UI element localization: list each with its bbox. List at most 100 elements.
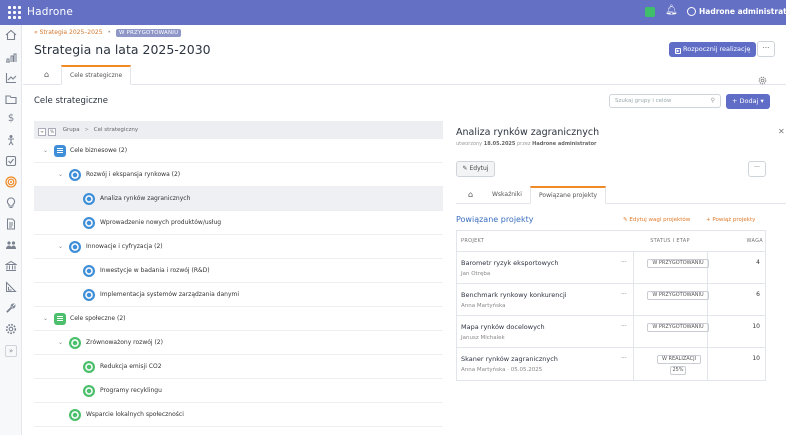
meta-created-prefix: utworzony: [456, 141, 483, 147]
detail-tab-wskazniki[interactable]: Wskaźniki: [484, 186, 530, 204]
detail-tab-home-icon[interactable]: ⌂: [460, 186, 481, 204]
sidebar: $ »: [0, 25, 22, 435]
more-button[interactable]: ···: [757, 41, 775, 57]
edit-button[interactable]: ✎ Edytuj: [456, 161, 495, 177]
project-name[interactable]: Skaner rynków zagranicznych: [461, 355, 558, 363]
tree-row-label: Inwestycje w badania i rozwój (R&D): [100, 267, 210, 274]
tab-cele-strategiczne[interactable]: Cele strategiczne: [61, 65, 132, 85]
strategy-icon[interactable]: [5, 52, 17, 64]
add-button[interactable]: + Dodaj ▾: [726, 94, 770, 109]
chevron-down-icon[interactable]: ⌄: [58, 235, 63, 259]
play-icon: ▶: [675, 48, 681, 54]
tree-row-label: Redukcja emisji CO2: [100, 363, 162, 370]
bell-icon[interactable]: 🔔︎: [665, 5, 678, 16]
tree-row[interactable]: ⌄ Zrównoważony rozwój (2): [34, 331, 443, 355]
bank-icon[interactable]: [5, 260, 17, 272]
table-row[interactable]: Benchmark rynkowy konkurencji Anna Marty…: [457, 284, 765, 316]
detail-panel: Analiza rynków zagranicznych ✕ utworzony…: [456, 121, 786, 435]
collapse-all-icon[interactable]: ≡: [38, 128, 46, 136]
project-owner: Janusz Michalek: [461, 335, 505, 341]
person-icon[interactable]: [5, 134, 17, 146]
search-input[interactable]: Szukaj grupy i celów ⚲: [609, 94, 721, 108]
project-weight: 6: [756, 291, 760, 298]
tree-row[interactable]: Programy recyklingu: [34, 379, 443, 403]
detail-tab-powiazane[interactable]: Powiązane projekty: [530, 186, 607, 204]
target-icon: [83, 265, 95, 277]
meta-created-by: Hadrone administrator: [532, 141, 597, 147]
team-icon[interactable]: [5, 239, 17, 251]
checkbox-icon[interactable]: [5, 155, 17, 167]
chevron-down-icon[interactable]: ⌄: [43, 307, 48, 331]
tree-row-label: Rozwój i ekspansja rynkowa (2): [86, 171, 181, 178]
projects-table-header: PROJEKT STATUS I ETAP WAGA: [457, 231, 765, 252]
detail-more-button[interactable]: ···: [748, 161, 766, 177]
start-realization-label: Rozpocznij realizację: [683, 45, 751, 53]
search-icon: ⚲: [710, 97, 715, 104]
document-icon[interactable]: [5, 218, 17, 230]
tab-home-icon[interactable]: ⌂: [36, 65, 57, 85]
target-icon: [83, 385, 95, 397]
row-more-icon[interactable]: ···: [621, 291, 627, 298]
expand-toggle-icon[interactable]: %: [48, 128, 56, 136]
row-more-icon[interactable]: ···: [621, 355, 627, 362]
breadcrumb-link[interactable]: Strategia 2025–2025: [40, 29, 103, 36]
ruler-icon[interactable]: [5, 281, 17, 293]
tree-row[interactable]: ⌄ Innowacje i cyfryzacja (2): [34, 235, 443, 259]
meta-by-prefix: przez: [516, 141, 531, 147]
meta-created-date: 18.05.2025: [483, 141, 516, 147]
project-weight: 4: [756, 259, 760, 266]
tree-row-label: Zrównoważony rozwój (2): [86, 339, 163, 346]
project-name[interactable]: Mapa rynków docelowych: [461, 323, 545, 331]
edit-weights-link[interactable]: ✎ Edytuj wagi projektów: [623, 217, 690, 223]
user-menu[interactable]: Hadrone administrator ▾: [687, 7, 786, 16]
tree-row-label: Implementacja systemów zarządzania danym…: [100, 291, 240, 298]
link-projects-link[interactable]: + Powiąż projekty: [706, 217, 755, 223]
row-more-icon[interactable]: ···: [621, 323, 627, 330]
main-tabs: ⌂ Cele strategiczne: [23, 65, 786, 85]
tree-row[interactable]: ⌄ Cele społeczne (2): [34, 307, 443, 331]
chevron-down-icon[interactable]: ⌄: [58, 331, 63, 355]
tree-row[interactable]: ⌄ Rozwój i ekspansja rynkowa (2): [34, 163, 443, 187]
chart-icon[interactable]: [5, 72, 17, 84]
breadcrumb-back-icon[interactable]: «: [34, 29, 38, 36]
tree-row[interactable]: ⌄ Cele biznesowe (2): [34, 139, 443, 163]
project-status: W REALIZACJI: [657, 355, 701, 364]
top-bar: Hadrone 🔔︎ Hadrone administrator ▾: [0, 0, 786, 25]
settings-gear-icon[interactable]: [758, 70, 767, 85]
tree-row-label: Analiza rynków zagranicznych: [100, 195, 191, 202]
col-waga: WAGA: [746, 238, 763, 244]
project-weight: 10: [752, 355, 760, 362]
close-icon[interactable]: ✕: [778, 127, 785, 136]
table-row[interactable]: Barometr ryzyk eksportowych Jan Otręba ·…: [457, 252, 765, 284]
settings-icon[interactable]: [5, 323, 17, 335]
expand-icon[interactable]: »: [5, 345, 17, 357]
project-name[interactable]: Benchmark rynkowy konkurencji: [461, 291, 567, 299]
wrench-icon[interactable]: [5, 302, 17, 314]
target-icon[interactable]: [5, 176, 17, 188]
table-row[interactable]: Mapa rynków docelowych Janusz Michalek ·…: [457, 316, 765, 348]
tree-row[interactable]: Redukcja emisji CO2: [34, 355, 443, 379]
folder-icon[interactable]: [5, 93, 17, 105]
target-icon: [83, 361, 95, 373]
tree-row[interactable]: Inwestycje w badania i rozwój (R&D): [34, 259, 443, 283]
table-row[interactable]: Skaner rynków zagranicznych Anna Martyńs…: [457, 348, 765, 380]
chevron-down-icon[interactable]: ⌄: [58, 163, 63, 187]
stack-icon: [54, 313, 66, 325]
row-more-icon[interactable]: ···: [621, 259, 627, 266]
tree-row[interactable]: Wsparcie lokalnych społeczności: [34, 403, 443, 427]
tree-row[interactable]: Analiza rynków zagranicznych: [34, 187, 443, 211]
brand-logo[interactable]: Hadrone: [27, 6, 73, 18]
chevron-down-icon[interactable]: ⌄: [43, 139, 48, 163]
calendar-icon[interactable]: [645, 7, 655, 17]
edit-icon: ✎: [462, 165, 468, 172]
home-icon[interactable]: [5, 29, 17, 41]
lightbulb-icon[interactable]: [5, 197, 17, 209]
tree-row[interactable]: Implementacja systemów zarządzania danym…: [34, 283, 443, 307]
detail-meta: utworzony 18.05.2025 przez Hadrone admin…: [456, 141, 597, 147]
tree-row[interactable]: Wprowadzenie nowych produktów/usług: [34, 211, 443, 235]
project-name[interactable]: Barometr ryzyk eksportowych: [461, 259, 558, 267]
start-realization-button[interactable]: ▶ Rozpocznij realizację: [669, 42, 757, 57]
apps-grid-icon[interactable]: [8, 6, 21, 19]
breadcrumb: « Strategia 2025–2025 • W PRZYGOTOWANIU: [34, 29, 182, 37]
dollar-icon[interactable]: $: [5, 113, 17, 125]
